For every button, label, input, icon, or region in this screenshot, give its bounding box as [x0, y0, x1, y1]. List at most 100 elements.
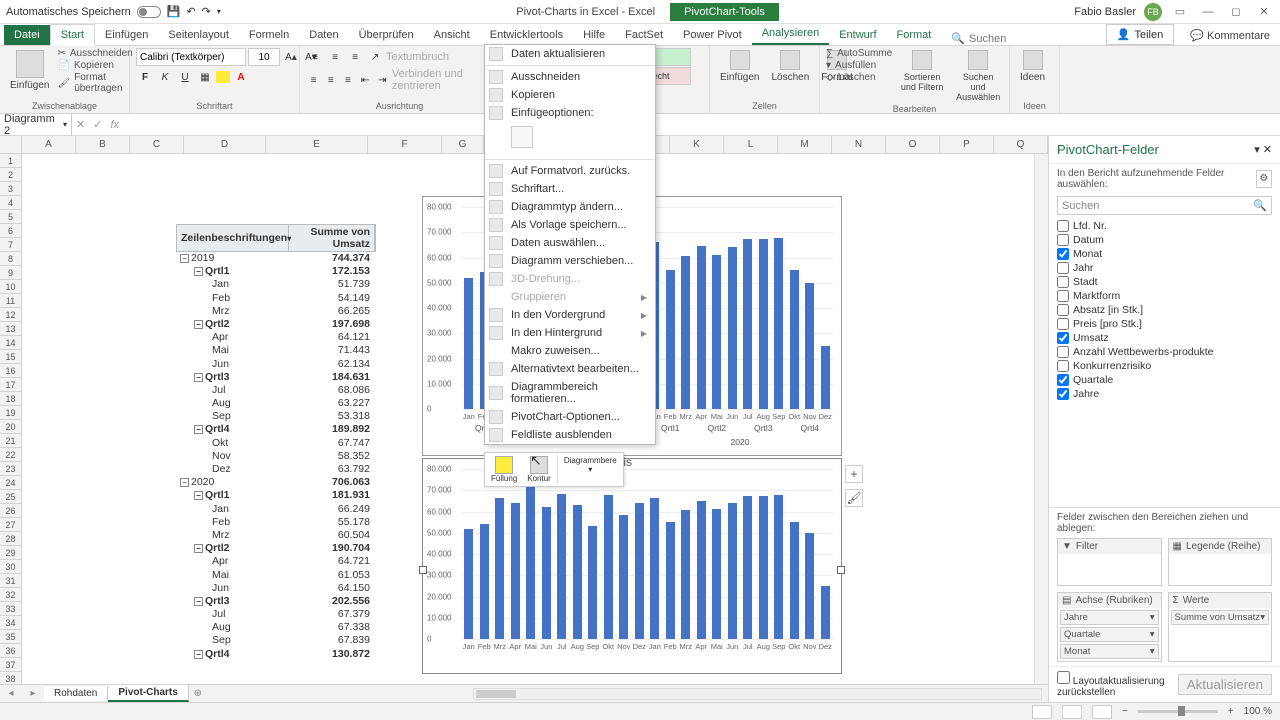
pivot-row[interactable]: Apr64.121 — [176, 331, 376, 344]
context-menu-item[interactable]: Diagrammbereich formatieren... — [485, 378, 655, 408]
row-header[interactable]: 21 — [0, 434, 22, 448]
axis-item[interactable]: Quartale▾ — [1060, 627, 1159, 642]
context-menu-item[interactable]: PivotChart-Optionen... — [485, 408, 655, 426]
column-header[interactable]: P — [940, 136, 994, 153]
row-header[interactable]: 14 — [0, 336, 22, 350]
align-mid-icon[interactable]: ≡ — [326, 48, 344, 66]
indent-inc-icon[interactable]: ⇥ — [375, 71, 390, 89]
save-icon[interactable]: 💾 — [167, 5, 181, 18]
zoom-out-icon[interactable]: − — [1122, 706, 1128, 717]
row-header[interactable]: 9 — [0, 266, 22, 280]
delete-cells-button[interactable]: Löschen — [767, 48, 813, 85]
context-menu-item[interactable]: Diagrammtyp ändern... — [485, 198, 655, 216]
pivot-row[interactable]: Mrz66.265 — [176, 305, 376, 318]
chart-bar[interactable] — [588, 526, 597, 639]
name-box[interactable]: Diagramm 2▾ — [0, 113, 72, 137]
tab-review[interactable]: Überprüfen — [349, 25, 424, 45]
chart-bar[interactable] — [759, 239, 768, 409]
axis-item[interactable]: Jahre▾ — [1060, 610, 1159, 625]
paste-button[interactable]: Einfügen — [6, 48, 53, 93]
tab-file[interactable]: Datei — [4, 25, 50, 45]
wrap-text-button[interactable]: Textumbruch — [386, 51, 449, 63]
row-header[interactable]: 24 — [0, 476, 22, 490]
chart-bar[interactable] — [464, 529, 473, 639]
ribbon-search[interactable]: 🔍 Suchen — [951, 32, 1006, 45]
row-header[interactable]: 15 — [0, 350, 22, 364]
context-menu-item[interactable]: Diagramm verschieben... — [485, 252, 655, 270]
filter-area[interactable]: ▼Filter — [1057, 538, 1162, 586]
context-menu-item[interactable]: Alternativtext bearbeiten... — [485, 360, 655, 378]
pivot-row[interactable]: −Qrtl3184.631 — [176, 371, 376, 384]
chart-styles-button[interactable]: 🖌 — [845, 489, 863, 507]
field-checkbox[interactable]: Lfd. Nr. — [1057, 219, 1272, 233]
row-header[interactable]: 20 — [0, 420, 22, 434]
add-sheet-button[interactable]: ⊕ — [189, 688, 207, 699]
vertical-scrollbar[interactable] — [1034, 154, 1048, 684]
ideas-button[interactable]: Ideen — [1016, 48, 1049, 85]
row-header[interactable]: 31 — [0, 574, 22, 588]
horizontal-scrollbar[interactable] — [473, 688, 1042, 700]
page-break-view-icon[interactable] — [1092, 705, 1112, 719]
cut-button[interactable]: ✂Ausschneiden — [57, 48, 132, 59]
chart-bar[interactable] — [821, 586, 830, 639]
context-menu-item[interactable]: Schriftart... — [485, 180, 655, 198]
chart-bar[interactable] — [635, 503, 644, 639]
row-header[interactable]: 2 — [0, 168, 22, 182]
tab-analyze[interactable]: Analysieren — [752, 23, 829, 45]
column-header[interactable]: N — [832, 136, 886, 153]
pivot-row[interactable]: −Qrtl2190.704 — [176, 542, 376, 555]
pivot-row[interactable]: Mai71.443 — [176, 344, 376, 357]
context-menu-item[interactable]: Auf Formatvorl. zurücks. — [485, 162, 655, 180]
autosave-toggle[interactable] — [137, 6, 161, 18]
chart-bar[interactable] — [790, 270, 799, 409]
row-header[interactable]: 13 — [0, 322, 22, 336]
column-header[interactable]: B — [76, 136, 130, 153]
chart-elements-button[interactable]: + — [845, 465, 863, 483]
pivot-row[interactable]: Mrz60.504 — [176, 529, 376, 542]
context-menu-item[interactable]: Feldliste ausblenden — [485, 426, 655, 444]
outline-button[interactable]: Kontur — [523, 455, 555, 484]
fx-icon[interactable]: fx — [110, 119, 119, 131]
row-header[interactable]: 26 — [0, 504, 22, 518]
row-header[interactable]: 7 — [0, 238, 22, 252]
page-layout-view-icon[interactable] — [1062, 705, 1082, 719]
field-checkbox[interactable]: Jahre — [1057, 387, 1272, 401]
row-header[interactable]: 4 — [0, 196, 22, 210]
chart-bar[interactable] — [821, 346, 830, 409]
chart-bar[interactable] — [728, 247, 737, 409]
field-checkbox[interactable]: Konkurrenzrisiko — [1057, 359, 1272, 373]
column-header[interactable]: L — [724, 136, 778, 153]
row-header[interactable]: 5 — [0, 210, 22, 224]
font-size-select[interactable] — [248, 48, 280, 66]
chart-area-select[interactable]: Diagrammbere ▾ — [557, 455, 621, 484]
field-checkbox[interactable]: Jahr — [1057, 261, 1272, 275]
tab-start[interactable]: Start — [50, 24, 95, 46]
values-area[interactable]: ΣWerte Summe von Umsatz▾ — [1168, 592, 1273, 662]
chart-bar[interactable] — [712, 509, 721, 639]
align-top-icon[interactable]: ≡ — [306, 48, 324, 66]
chart-bar[interactable] — [759, 496, 768, 639]
pivot-row[interactable]: Sep67.839 — [176, 634, 376, 647]
chart-bar[interactable] — [511, 503, 520, 639]
column-header[interactable]: K — [670, 136, 724, 153]
zoom-in-icon[interactable]: + — [1228, 706, 1234, 717]
clear-button[interactable]: ◇ Löschen — [826, 72, 892, 83]
share-button[interactable]: 👤Teilen — [1106, 24, 1174, 45]
context-menu-item[interactable]: In den Hintergrund▶ — [485, 324, 655, 342]
row-header[interactable]: 3 — [0, 182, 22, 196]
row-header[interactable]: 37 — [0, 658, 22, 672]
chart-bar[interactable] — [712, 255, 721, 409]
field-checkbox[interactable]: Umsatz — [1057, 331, 1272, 345]
row-header[interactable]: 22 — [0, 448, 22, 462]
pivot-table[interactable]: Zeilenbeschriftungen▾ Summe von Umsatz −… — [176, 224, 376, 661]
comments-button[interactable]: 💬 Kommentare — [1180, 26, 1280, 45]
column-header[interactable]: O — [886, 136, 940, 153]
row-header[interactable]: 18 — [0, 392, 22, 406]
row-header[interactable]: 35 — [0, 630, 22, 644]
pivot-row[interactable]: −Qrtl1181.931 — [176, 489, 376, 502]
tab-powerpivot[interactable]: Power Pivot — [673, 25, 752, 45]
context-menu-item[interactable]: Daten auswählen... — [485, 234, 655, 252]
pivot-row[interactable]: Mai61.053 — [176, 569, 376, 582]
tab-format[interactable]: Format — [887, 25, 942, 45]
row-header[interactable]: 6 — [0, 224, 22, 238]
